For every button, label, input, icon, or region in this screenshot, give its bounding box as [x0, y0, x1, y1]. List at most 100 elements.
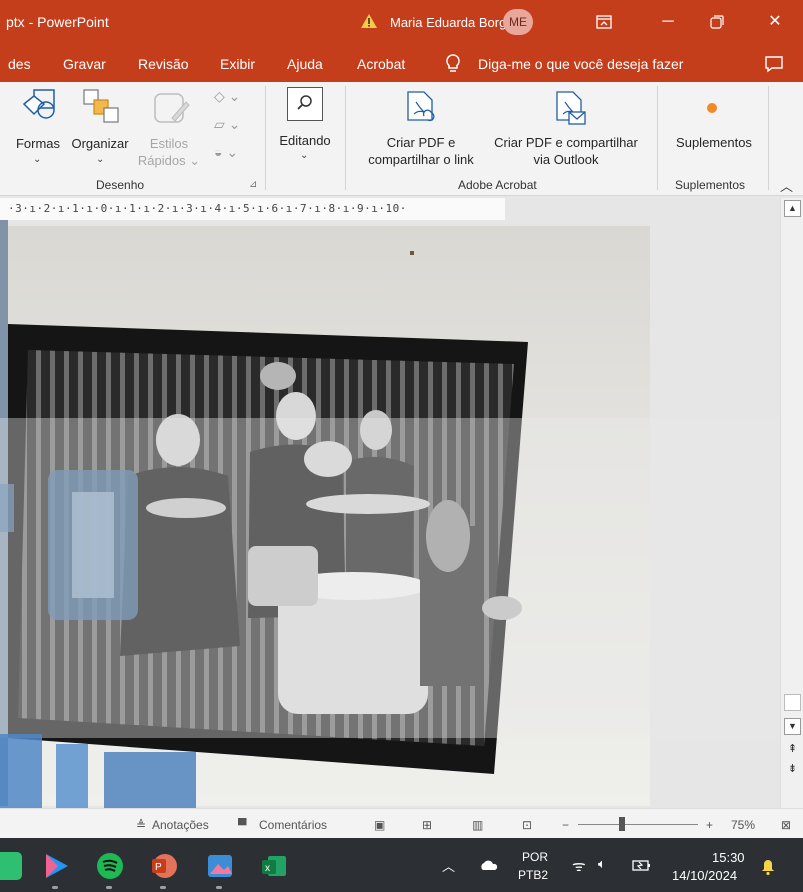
tell-me-search[interactable]: Diga-me o que você deseja fazer — [478, 56, 683, 72]
organizar-button[interactable]: Organizar — [67, 135, 133, 152]
comments-button[interactable]: Comentários — [259, 818, 327, 832]
normal-view-icon[interactable]: ▣ — [374, 818, 385, 832]
estilos-line1: Estilos — [149, 136, 189, 151]
collapse-ribbon-icon[interactable]: ︿ — [780, 176, 793, 195]
group-label-desenho: Desenho — [96, 178, 145, 192]
chevron-down-icon[interactable]: ⌄ — [96, 154, 104, 165]
criar-outlook-line1: Criar PDF e compartilhar — [494, 135, 638, 150]
editando-button[interactable]: Editando — [272, 132, 338, 149]
title-bar: ptx - PowerPoint Maria Eduarda Borges ME… — [0, 0, 803, 44]
criar-pdf-outlook-button[interactable]: Criar PDF e compartilhar via Outlook — [484, 134, 648, 168]
running-indicator — [52, 886, 58, 889]
chevron-down-icon[interactable]: ⌄ — [33, 154, 41, 165]
tab-exibir[interactable]: Exibir — [220, 56, 255, 72]
translucent-overlay — [0, 418, 803, 738]
language-line1[interactable]: POR — [522, 850, 548, 864]
zoom-in-button[interactable]: + — [706, 818, 713, 832]
running-indicator — [216, 886, 222, 889]
status-bar: ≜ Anotações ▀ Comentários ▣ ⊞ ▥ ⊡ − + 75… — [0, 808, 803, 838]
slide-sorter-icon[interactable]: ⊞ — [422, 818, 432, 832]
separator — [657, 86, 658, 190]
shapes-icon[interactable] — [20, 88, 60, 122]
pdf-outlook-icon[interactable] — [553, 90, 589, 128]
battery-icon[interactable] — [632, 858, 652, 872]
tab-partial[interactable]: des — [8, 56, 31, 72]
minimize-button[interactable]: ─ — [653, 9, 683, 35]
add-ins-icon[interactable] — [704, 100, 720, 116]
zoom-out-button[interactable]: − — [562, 818, 569, 832]
photos-icon[interactable] — [206, 852, 234, 880]
pdf-link-icon[interactable] — [404, 90, 440, 128]
suplementos-button[interactable]: Suplementos — [666, 134, 762, 151]
svg-text:x: x — [265, 863, 270, 874]
taskbar: P x ︿ POR PTB2 ᯤ 🔈︎ 15:30 14/10/2024 — [0, 838, 803, 892]
previous-slide-icon[interactable]: ⇞ — [784, 742, 801, 759]
criar-pdf-line1: Criar PDF e — [386, 135, 456, 150]
criar-pdf-link-button[interactable]: Criar PDF e compartilhar o link — [354, 134, 488, 168]
lightbulb-icon[interactable] — [444, 53, 462, 75]
reading-view-icon[interactable]: ▥ — [472, 818, 483, 832]
svg-text:P: P — [155, 862, 162, 873]
notes-button[interactable]: Anotações — [152, 818, 209, 832]
user-name[interactable]: Maria Eduarda Borges — [390, 15, 520, 30]
ribbon: Formas ⌄ Organizar ⌄ Estilos Rápidos ⌄ ◇… — [0, 82, 803, 196]
estilos-rapidos-button[interactable]: Estilos Rápidos ⌄ — [136, 135, 202, 169]
search-icon — [297, 95, 312, 110]
scroll-up-button[interactable]: ▲ — [784, 200, 801, 217]
scroll-thumb[interactable] — [784, 694, 801, 711]
ribbon-display-options-icon[interactable] — [589, 9, 619, 35]
criar-outlook-line2: via Outlook — [533, 152, 599, 167]
zoom-level[interactable]: 75% — [731, 818, 755, 832]
spotify-icon[interactable] — [96, 852, 124, 880]
fit-slide-icon[interactable]: ⊠ — [781, 818, 791, 832]
volume-icon[interactable]: 🔈︎ — [598, 856, 606, 872]
vertical-scrollbar[interactable]: ▲ ▼ ⇞ ⇟ — [780, 198, 803, 808]
group-label-acrobat: Adobe Acrobat — [458, 178, 537, 192]
running-indicator — [160, 886, 166, 889]
comment-icon[interactable]: ▀ — [238, 818, 247, 832]
chevron-down-icon[interactable]: ⌄ — [300, 150, 308, 161]
separator — [265, 86, 266, 190]
shape-outline-icon[interactable]: ▱ ⌄ — [214, 116, 240, 133]
warning-icon[interactable] — [360, 13, 378, 29]
show-hidden-icons-icon[interactable]: ︿ — [442, 856, 455, 875]
window-title: ptx - PowerPoint — [6, 14, 109, 30]
shape-effects-icon[interactable]: ◒ ⌄ — [214, 144, 238, 161]
clock-date[interactable]: 14/10/2024 — [672, 868, 737, 883]
avatar[interactable]: ME — [503, 9, 533, 35]
clock-time[interactable]: 15:30 — [712, 850, 745, 865]
notification-bell-icon[interactable] — [760, 858, 776, 876]
horizontal-ruler: ·3·ı·2·ı·1·ı·0·ı·1·ı·2·ı·3·ı·4·ı·5·ı·6·ı… — [0, 198, 505, 220]
tab-gravar[interactable]: Gravar — [63, 56, 106, 72]
phone-app-icon[interactable] — [0, 852, 22, 880]
shape-fill-icon[interactable]: ◇ ⌄ — [214, 88, 240, 105]
slideshow-icon[interactable]: ⊡ — [522, 818, 532, 832]
restore-button[interactable] — [702, 9, 732, 35]
next-slide-icon[interactable]: ⇟ — [784, 762, 801, 779]
find-button[interactable] — [287, 87, 323, 121]
separator — [345, 86, 346, 190]
criar-pdf-line2: compartilhar o link — [368, 152, 474, 167]
tab-ajuda[interactable]: Ajuda — [287, 56, 323, 72]
close-button[interactable]: ✕ — [760, 9, 790, 35]
zoom-slider[interactable] — [578, 824, 698, 825]
powerpoint-icon[interactable]: P — [150, 852, 178, 880]
play-store-icon[interactable] — [42, 852, 70, 880]
scroll-down-button[interactable]: ▼ — [784, 718, 801, 735]
notes-icon[interactable]: ≜ — [136, 818, 146, 832]
onedrive-icon[interactable] — [478, 858, 500, 872]
language-line2[interactable]: PTB2 — [518, 868, 548, 882]
formas-button[interactable]: Formas — [12, 135, 64, 152]
tab-revisao[interactable]: Revisão — [138, 56, 189, 72]
arrange-icon[interactable] — [82, 88, 120, 124]
excel-icon[interactable]: x — [260, 852, 288, 880]
group-label-suplementos: Suplementos — [675, 178, 746, 192]
estilos-line2: Rápidos — [137, 153, 186, 168]
separator — [768, 86, 769, 190]
tab-acrobat[interactable]: Acrobat — [357, 56, 405, 72]
wifi-icon[interactable]: ᯤ — [572, 856, 586, 876]
quick-styles-icon[interactable] — [152, 88, 192, 128]
comments-icon[interactable] — [764, 55, 784, 73]
dialog-launcher-icon[interactable]: ⊿ — [249, 179, 257, 190]
zoom-slider-thumb[interactable] — [619, 817, 625, 831]
